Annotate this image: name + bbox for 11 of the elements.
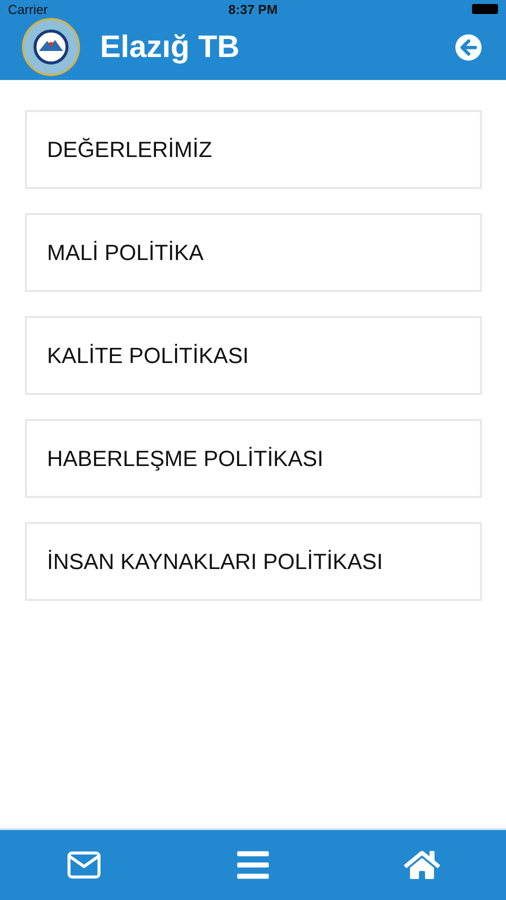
menu-item[interactable]: HABERLEŞME POLİTİKASI [25, 419, 482, 498]
carrier-label: Carrier [8, 2, 48, 16]
menu-item[interactable]: İNSAN KAYNAKLARI POLİTİKASI [25, 522, 482, 601]
menu-item[interactable]: MALİ POLİTİKA [25, 213, 482, 292]
status-time: 8:37 PM [228, 2, 278, 16]
menu-item[interactable]: DEĞERLERİMİZ [25, 110, 482, 189]
seal-logo-icon [22, 18, 80, 76]
back-button[interactable] [455, 34, 482, 60]
battery-icon [472, 4, 498, 14]
app-title: Elazığ TB [100, 29, 241, 65]
menu-item[interactable]: KALİTE POLİTİKASI [25, 316, 482, 395]
